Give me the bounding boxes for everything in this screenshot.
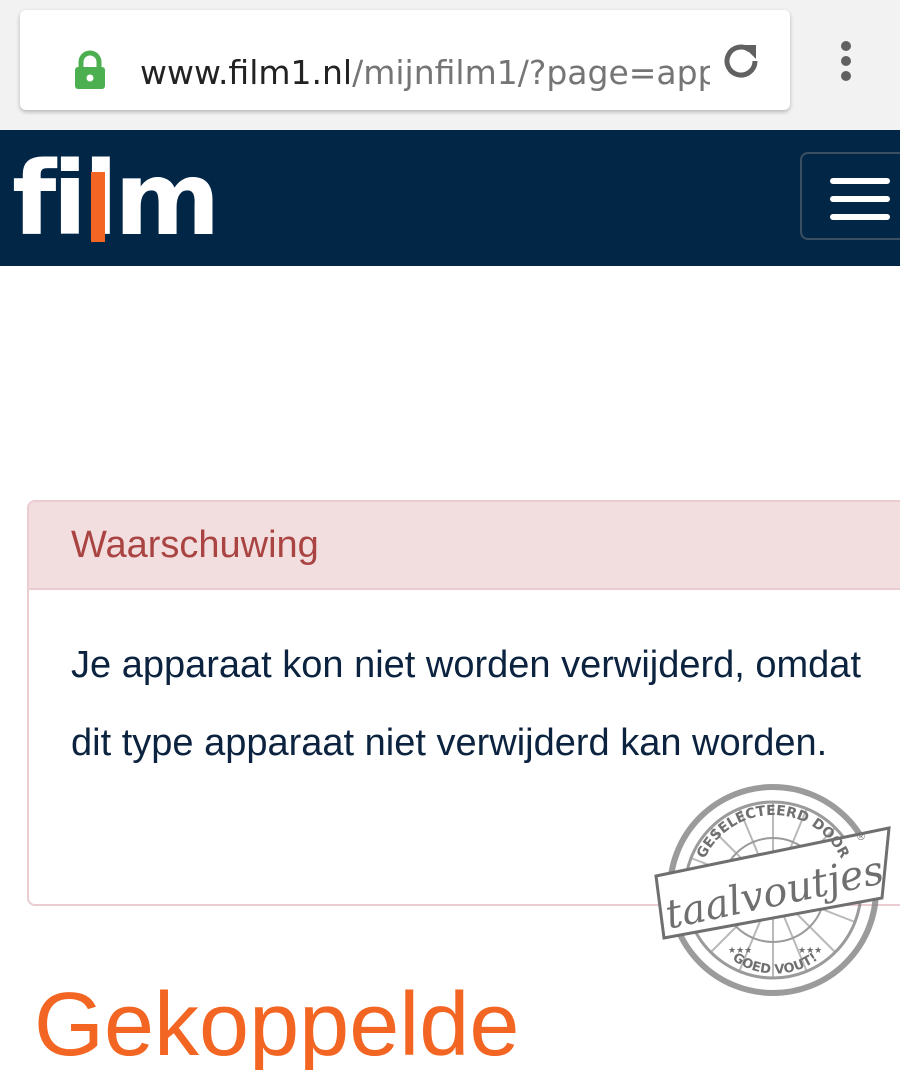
film1-logo[interactable]: film bbox=[12, 149, 221, 251]
warning-title: Waarschuwing bbox=[29, 502, 900, 590]
stamp-stars-right: ★★★ bbox=[798, 946, 822, 956]
logo-accent-bar bbox=[91, 172, 105, 242]
warning-message: Je apparaat kon niet worden verwijderd, … bbox=[71, 644, 862, 764]
reload-icon[interactable] bbox=[718, 38, 764, 84]
hamburger-icon-bar bbox=[830, 214, 890, 220]
site-header: film bbox=[0, 130, 900, 266]
hamburger-icon-bar bbox=[830, 196, 890, 202]
page-heading: Gekoppelde bbox=[34, 980, 520, 1070]
logo-text: film bbox=[12, 140, 221, 259]
stamp-registered: ® bbox=[856, 832, 866, 843]
url-host: www.film1.nl bbox=[140, 53, 353, 92]
taalvoutjes-stamp: GESELECTEERD DOOR taalvoutjes ® GOED VOU… bbox=[646, 778, 896, 1008]
stamp-stars-left: ★★★ bbox=[728, 946, 752, 956]
hamburger-menu-button[interactable] bbox=[800, 152, 900, 240]
address-bar[interactable]: www.film1.nl/mijnfilm1/?page=app bbox=[20, 10, 790, 110]
url-text[interactable]: www.film1.nl/mijnfilm1/?page=app bbox=[140, 48, 710, 98]
browser-toolbar: www.film1.nl/mijnfilm1/?page=app bbox=[0, 0, 900, 130]
lock-icon bbox=[72, 50, 108, 90]
hamburger-icon bbox=[830, 178, 890, 184]
url-path: /mijnfilm1/?page=app bbox=[352, 53, 710, 92]
more-vert-icon[interactable] bbox=[836, 38, 856, 84]
